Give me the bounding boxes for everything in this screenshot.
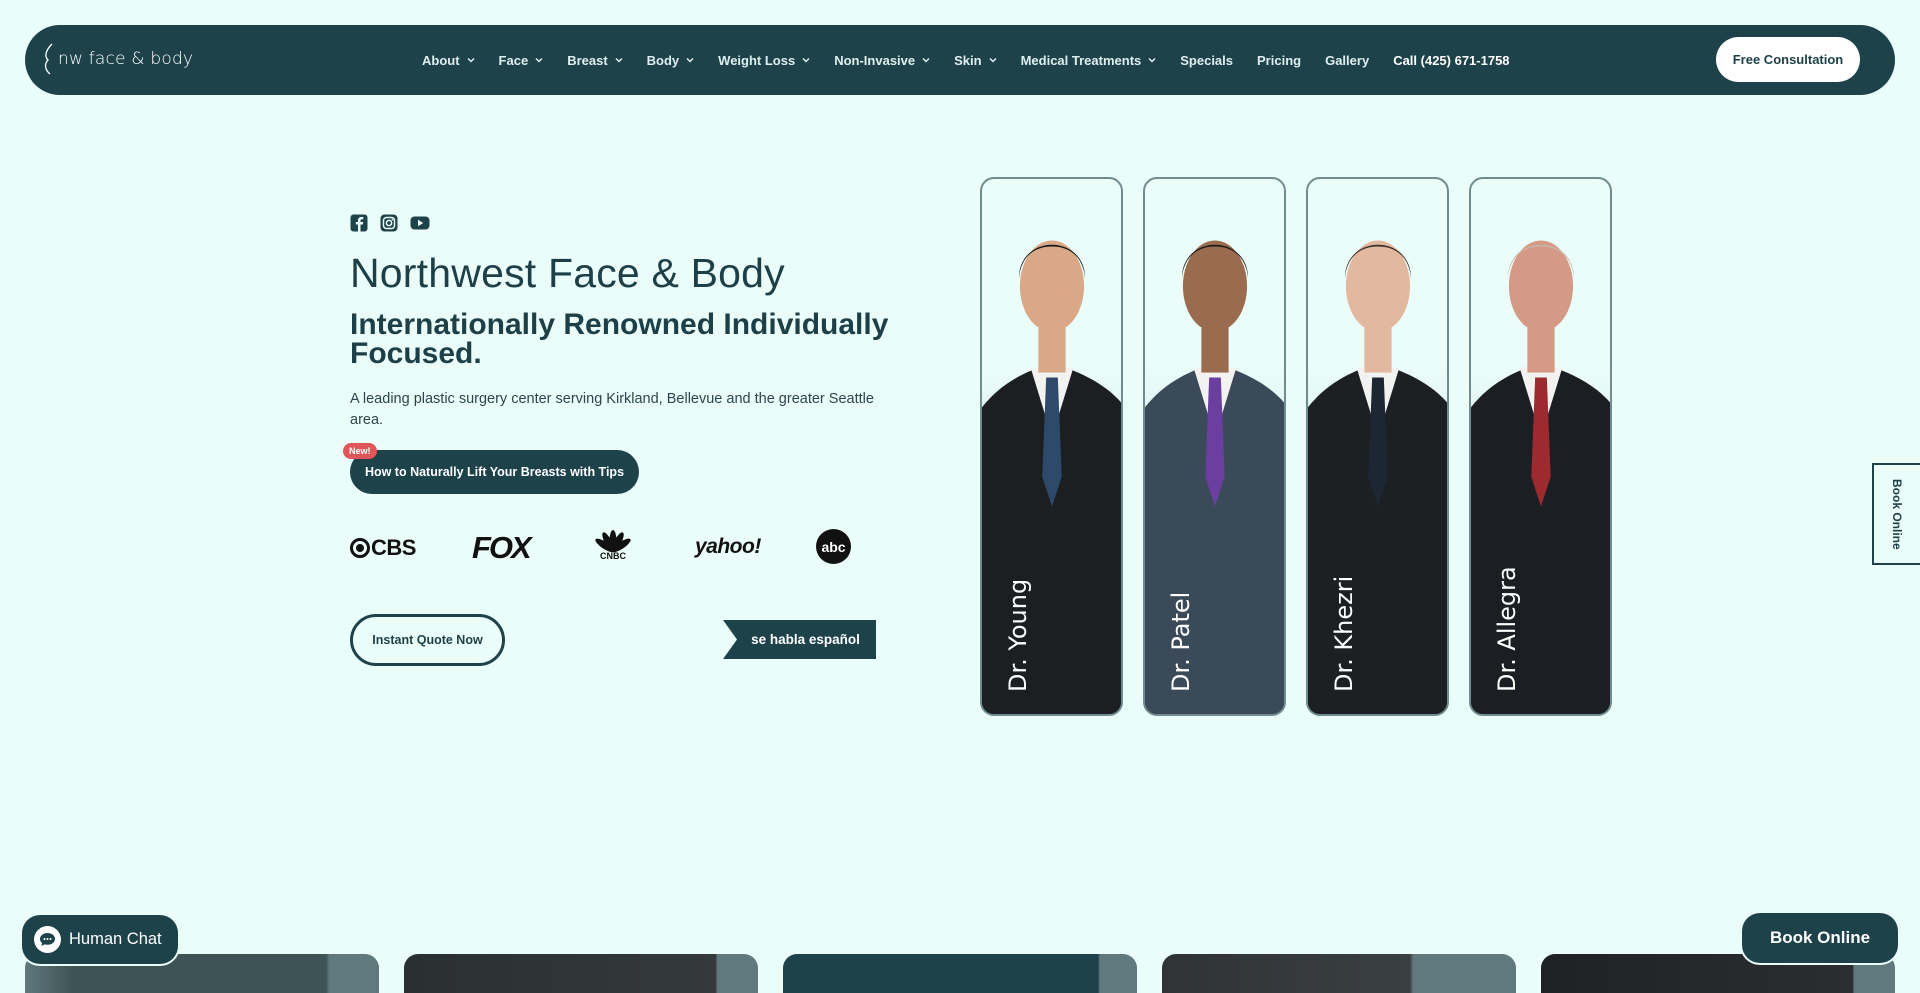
- nav-item-about[interactable]: About: [422, 53, 475, 68]
- logo[interactable]: nw face & body: [42, 39, 193, 79]
- nav-item-specials[interactable]: Specials: [1180, 53, 1233, 68]
- chevron-down-icon: [615, 57, 623, 63]
- nav-label: Specials: [1180, 52, 1234, 68]
- doctor-photo: [1308, 240, 1447, 714]
- chevron-down-icon: [467, 57, 475, 63]
- cnbc-text: CNBC: [600, 551, 626, 561]
- main-navigation: nw face & body About Face Breast Body We…: [25, 25, 1895, 95]
- procedure-tile[interactable]: [783, 954, 1137, 993]
- facebook-icon[interactable]: [350, 214, 368, 232]
- nav-label: Skin: [954, 52, 982, 68]
- doctor-photo: [1471, 240, 1610, 714]
- procedure-tiles: [25, 954, 1895, 993]
- chevron-down-icon: [802, 57, 810, 63]
- nav-label: Weight Loss: [718, 52, 796, 68]
- chevron-down-icon: [686, 57, 694, 63]
- new-badge: New!: [343, 443, 377, 459]
- nav-menu: About Face Breast Body Weight Loss Non-I…: [422, 25, 1534, 95]
- cbs-eye-icon: [350, 538, 370, 558]
- breast-lift-tips-button[interactable]: How to Naturally Lift Your Breasts with …: [350, 450, 639, 494]
- fox-logo: FOX: [472, 530, 532, 565]
- phone-label: Call (425) 671-1758: [1393, 52, 1510, 68]
- nav-item-face[interactable]: Face: [499, 53, 544, 68]
- nav-label: Pricing: [1257, 52, 1302, 68]
- nav-label: Face: [498, 52, 529, 68]
- nav-label: Gallery: [1325, 52, 1370, 68]
- hero-subtitle: Internationally Renowned Individually Fo…: [350, 308, 889, 370]
- nav-item-skin[interactable]: Skin: [954, 52, 997, 68]
- nav-label: Medical Treatments: [1020, 52, 1142, 68]
- nav-phone-link[interactable]: Call (425) 671-1758: [1393, 53, 1509, 68]
- youtube-icon[interactable]: [410, 214, 430, 232]
- doctor-photo: [1145, 240, 1284, 714]
- procedure-tile[interactable]: [1162, 954, 1516, 993]
- nav-item-body[interactable]: Body: [647, 53, 695, 68]
- cbs-text: CBS: [371, 535, 416, 560]
- human-chat-button[interactable]: Human Chat: [22, 915, 178, 964]
- hero-description: A leading plastic surgery center serving…: [350, 391, 874, 428]
- doctor-card[interactable]: Dr. Allegra: [1469, 177, 1612, 716]
- doctor-card[interactable]: Dr. Patel: [1143, 177, 1286, 716]
- spanish-ribbon: se habla español: [723, 620, 876, 659]
- doctor-name: Dr. Patel: [1167, 591, 1195, 692]
- chat-label: Human Chat: [69, 930, 162, 948]
- page-title: Northwest Face & Body: [350, 250, 785, 296]
- instant-quote-button[interactable]: Instant Quote Now: [350, 614, 505, 666]
- chevron-down-icon: [989, 57, 997, 63]
- nav-item-breast[interactable]: Breast: [567, 52, 623, 68]
- doctor-photo: [982, 240, 1121, 714]
- logo-text: nw face & body: [58, 49, 194, 69]
- procedure-tile[interactable]: [404, 954, 758, 993]
- chevron-down-icon: [535, 57, 543, 63]
- abc-logo: abc: [816, 529, 851, 564]
- instagram-icon[interactable]: [380, 214, 398, 232]
- nav-item-weight-loss[interactable]: Weight Loss: [718, 53, 810, 68]
- side-tab-label: Book Online: [1890, 478, 1904, 550]
- yahoo-logo: yahoo!: [695, 535, 761, 558]
- side-book-online-tab[interactable]: Book Online: [1872, 463, 1920, 565]
- nav-label: About: [422, 52, 460, 68]
- chevron-down-icon: [1148, 57, 1156, 63]
- doctor-name: Dr. Khezri: [1330, 575, 1358, 692]
- doctor-name: Dr. Allegra: [1493, 566, 1521, 692]
- nav-item-medical-treatments[interactable]: Medical Treatments: [1021, 53, 1157, 68]
- nav-item-pricing[interactable]: Pricing: [1257, 53, 1301, 68]
- doctor-card[interactable]: Dr. Young: [980, 177, 1123, 716]
- nav-item-gallery[interactable]: Gallery: [1325, 53, 1369, 68]
- book-online-button[interactable]: Book Online: [1742, 913, 1898, 963]
- doctor-name: Dr. Young: [1004, 578, 1032, 692]
- logo-mark-icon: [44, 43, 53, 75]
- cbs-logo: CBS: [350, 535, 416, 561]
- doctor-card[interactable]: Dr. Khezri: [1306, 177, 1449, 716]
- chevron-down-icon: [922, 57, 930, 63]
- nav-item-non-invasive[interactable]: Non-Invasive: [834, 53, 930, 68]
- nav-label: Non-Invasive: [834, 52, 916, 68]
- social-links: [350, 214, 430, 232]
- chat-bubble-icon: [34, 926, 61, 953]
- peacock-icon: [595, 530, 631, 553]
- nav-label: Breast: [567, 52, 608, 68]
- nav-label: Body: [646, 52, 680, 68]
- cnbc-logo: CNBC: [590, 529, 636, 561]
- free-consultation-button[interactable]: Free Consultation: [1716, 37, 1860, 82]
